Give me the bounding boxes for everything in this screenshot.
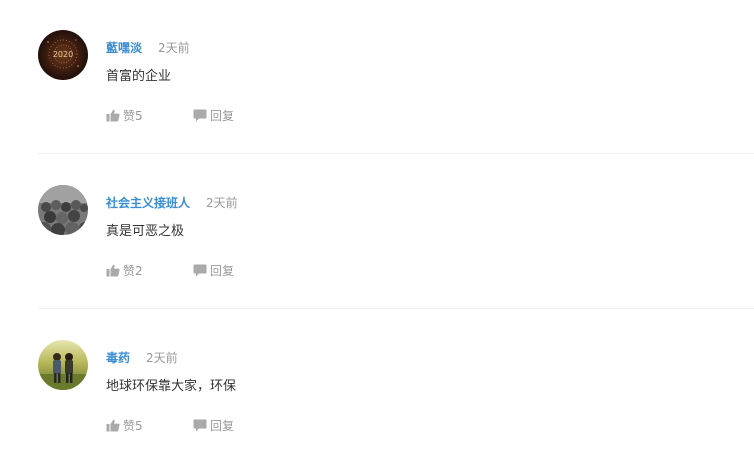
thumbs-up-icon — [106, 419, 120, 431]
comment-time: 2天前 — [158, 41, 190, 55]
comment-item: 毒药 2天前 地球环保靠大家，环保 赞5 回复 — [0, 310, 754, 465]
reply-button[interactable]: 回复 — [193, 262, 234, 278]
comment-content: 地球环保靠大家，环保 — [106, 379, 237, 394]
speech-bubble-icon — [193, 109, 207, 121]
comment-content: 首富的企业 — [106, 69, 172, 84]
like-count: 赞5 — [123, 418, 143, 433]
comment-time: 2天前 — [146, 351, 178, 365]
reply-label: 回复 — [210, 263, 235, 278]
like-button[interactable]: 赞2 — [106, 262, 143, 278]
comment-author[interactable]: 社会主义接班人 — [106, 195, 190, 211]
like-button[interactable]: 赞5 — [106, 417, 143, 433]
comment-time: 2天前 — [206, 196, 238, 210]
like-count: 赞2 — [123, 263, 143, 278]
comment-author[interactable]: 毒药 — [106, 350, 130, 366]
like-button[interactable]: 赞5 — [106, 107, 143, 123]
thumbs-up-icon — [106, 109, 120, 121]
comment-content: 真是可恶之极 — [106, 224, 185, 239]
avatar-image — [38, 185, 88, 235]
speech-bubble-icon — [193, 419, 207, 431]
avatar-image — [38, 340, 88, 390]
comment-item: 社会主义接班人 2天前 真是可恶之极 赞2 回复 — [0, 155, 754, 310]
svg-text:2020: 2020 — [53, 50, 73, 59]
reply-label: 回复 — [210, 108, 235, 123]
thumbs-up-icon — [106, 264, 120, 276]
avatar[interactable] — [38, 340, 88, 390]
like-count: 赞5 — [123, 108, 143, 123]
avatar-image: 2020 — [38, 30, 88, 80]
divider — [38, 153, 754, 154]
speech-bubble-icon — [193, 264, 207, 276]
comment-author[interactable]: 藍嘿淡 — [106, 40, 142, 56]
reply-label: 回复 — [210, 418, 235, 433]
avatar[interactable] — [38, 185, 88, 235]
reply-button[interactable]: 回复 — [193, 417, 234, 433]
divider — [38, 308, 754, 309]
comment-item: 2020 藍嘿淡 2天前 首富的企业 赞5 回复 — [0, 0, 754, 155]
reply-button[interactable]: 回复 — [193, 107, 234, 123]
avatar[interactable]: 2020 — [38, 30, 88, 80]
